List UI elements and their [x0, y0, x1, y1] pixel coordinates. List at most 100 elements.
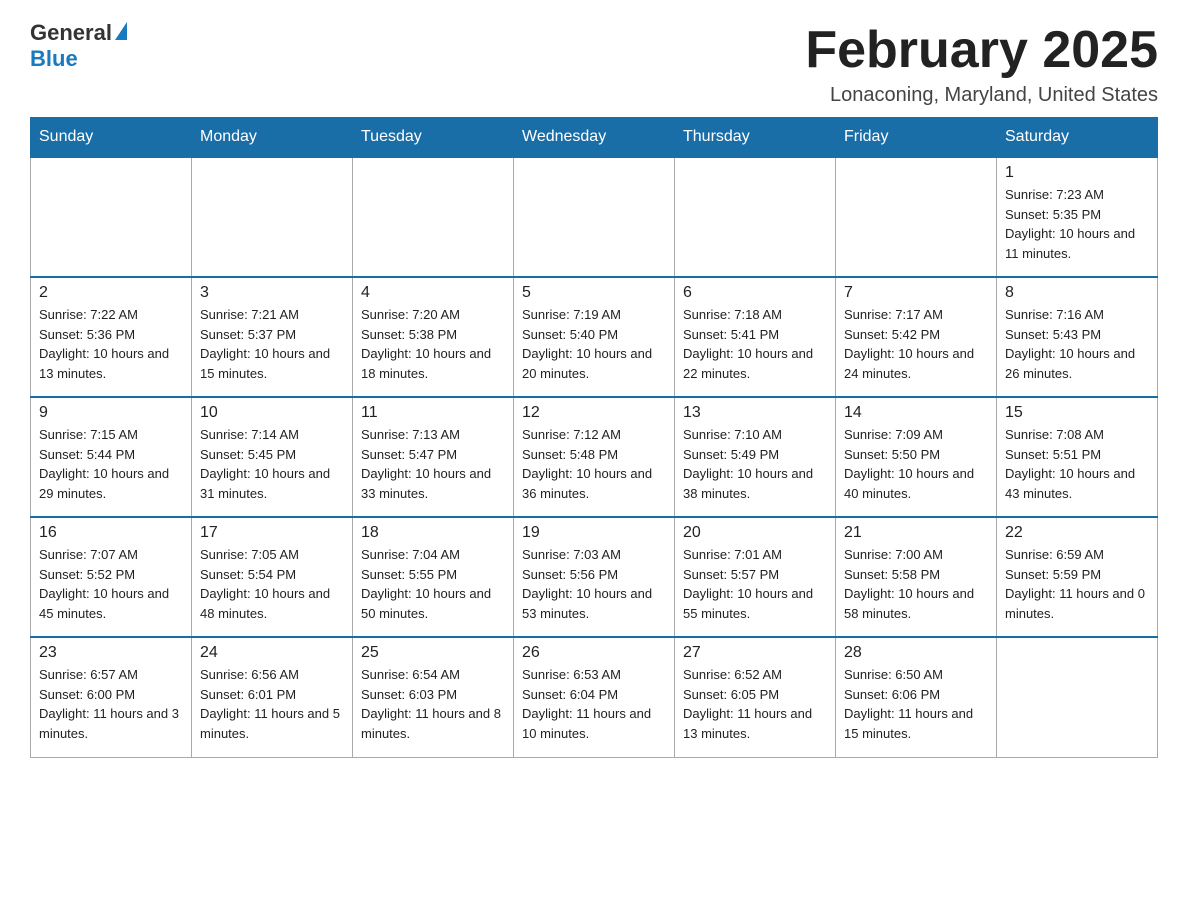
calendar-cell: 1 Sunrise: 7:23 AMSunset: 5:35 PMDaylight…: [997, 157, 1158, 277]
day-number: 19: [522, 524, 666, 542]
calendar-cell: [836, 157, 997, 277]
calendar-cell: 21Sunrise: 7:00 AMSunset: 5:58 PMDayligh…: [836, 517, 997, 637]
calendar-cell: 7 Sunrise: 7:17 AMSunset: 5:42 PMDaylight…: [836, 277, 997, 397]
day-number: 26: [522, 644, 666, 662]
calendar-cell: 2 Sunrise: 7:22 AMSunset: 5:36 PMDaylight…: [31, 277, 192, 397]
calendar-week-row-2: 2 Sunrise: 7:22 AMSunset: 5:36 PMDaylight…: [31, 277, 1158, 397]
calendar-cell: 26 Sunrise: 6:53 AMSunset: 6:04 PMDayligh…: [514, 637, 675, 757]
day-info: Sunrise: 6:57 AMSunset: 6:00 PMDaylight:…: [39, 665, 183, 743]
day-info: Sunrise: 6:52 AMSunset: 6:05 PMDaylight:…: [683, 665, 827, 743]
day-number: 5: [522, 284, 666, 302]
calendar-cell: [514, 157, 675, 277]
calendar-header-sunday: Sunday: [31, 118, 192, 158]
day-info: Sunrise: 7:18 AMSunset: 5:41 PMDaylight:…: [683, 305, 827, 383]
day-info: Sunrise: 7:23 AMSunset: 5:35 PMDaylight:…: [1005, 185, 1149, 263]
day-number: 28: [844, 644, 988, 662]
day-number: 7: [844, 284, 988, 302]
day-number: 14: [844, 404, 988, 422]
calendar-cell: 8 Sunrise: 7:16 AMSunset: 5:43 PMDaylight…: [997, 277, 1158, 397]
day-number: 1: [1005, 164, 1149, 182]
day-info: Sunrise: 7:04 AMSunset: 5:55 PMDaylight:…: [361, 545, 505, 623]
page-title: February 2025: [805, 20, 1158, 80]
calendar-cell: 27 Sunrise: 6:52 AMSunset: 6:05 PMDayligh…: [675, 637, 836, 757]
day-info: Sunrise: 7:05 AMSunset: 5:54 PMDaylight:…: [200, 545, 344, 623]
day-number: 15: [1005, 404, 1149, 422]
day-number: 25: [361, 644, 505, 662]
day-info: Sunrise: 7:22 AMSunset: 5:36 PMDaylight:…: [39, 305, 183, 383]
calendar-cell: 18 Sunrise: 7:04 AMSunset: 5:55 PMDayligh…: [353, 517, 514, 637]
day-number: 24: [200, 644, 344, 662]
calendar-cell: 5 Sunrise: 7:19 AMSunset: 5:40 PMDaylight…: [514, 277, 675, 397]
day-number: 20: [683, 524, 827, 542]
day-info: Sunrise: 7:20 AMSunset: 5:38 PMDaylight:…: [361, 305, 505, 383]
day-number: 10: [200, 404, 344, 422]
day-info: Sunrise: 6:53 AMSunset: 6:04 PMDaylight:…: [522, 665, 666, 743]
day-number: 2: [39, 284, 183, 302]
calendar-week-row-1: 1 Sunrise: 7:23 AMSunset: 5:35 PMDaylight…: [31, 157, 1158, 277]
title-section: February 2025 Lonaconing, Maryland, Unit…: [805, 20, 1158, 107]
calendar-header-tuesday: Tuesday: [353, 118, 514, 158]
day-info: Sunrise: 7:03 AMSunset: 5:56 PMDaylight:…: [522, 545, 666, 623]
day-info: Sunrise: 7:19 AMSunset: 5:40 PMDaylight:…: [522, 305, 666, 383]
day-number: 3: [200, 284, 344, 302]
calendar-header-monday: Monday: [192, 118, 353, 158]
day-number: 16: [39, 524, 183, 542]
day-info: Sunrise: 7:15 AMSunset: 5:44 PMDaylight:…: [39, 425, 183, 503]
calendar-cell: 15Sunrise: 7:08 AMSunset: 5:51 PMDayligh…: [997, 397, 1158, 517]
calendar-cell: [675, 157, 836, 277]
calendar-cell: 13 Sunrise: 7:10 AMSunset: 5:49 PMDayligh…: [675, 397, 836, 517]
calendar-cell: 16 Sunrise: 7:07 AMSunset: 5:52 PMDayligh…: [31, 517, 192, 637]
day-number: 21: [844, 524, 988, 542]
calendar-cell: [192, 157, 353, 277]
logo-blue-text: Blue: [30, 46, 78, 72]
calendar-cell: [353, 157, 514, 277]
day-info: Sunrise: 6:59 AMSunset: 5:59 PMDaylight:…: [1005, 545, 1149, 623]
day-info: Sunrise: 7:12 AMSunset: 5:48 PMDaylight:…: [522, 425, 666, 503]
calendar-cell: 11 Sunrise: 7:13 AMSunset: 5:47 PMDayligh…: [353, 397, 514, 517]
calendar-cell: 17Sunrise: 7:05 AMSunset: 5:54 PMDayligh…: [192, 517, 353, 637]
day-info: Sunrise: 7:01 AMSunset: 5:57 PMDaylight:…: [683, 545, 827, 623]
calendar-header-wednesday: Wednesday: [514, 118, 675, 158]
day-info: Sunrise: 6:56 AMSunset: 6:01 PMDaylight:…: [200, 665, 344, 743]
day-info: Sunrise: 7:07 AMSunset: 5:52 PMDaylight:…: [39, 545, 183, 623]
calendar-table: SundayMondayTuesdayWednesdayThursdayFrid…: [30, 117, 1158, 758]
calendar-cell: 9 Sunrise: 7:15 AMSunset: 5:44 PMDaylight…: [31, 397, 192, 517]
logo: General Blue: [30, 20, 127, 72]
calendar-cell: 3 Sunrise: 7:21 AMSunset: 5:37 PMDaylight…: [192, 277, 353, 397]
calendar-week-row-4: 16 Sunrise: 7:07 AMSunset: 5:52 PMDayligh…: [31, 517, 1158, 637]
day-number: 11: [361, 404, 505, 422]
calendar-header-friday: Friday: [836, 118, 997, 158]
calendar-week-row-3: 9 Sunrise: 7:15 AMSunset: 5:44 PMDaylight…: [31, 397, 1158, 517]
day-info: Sunrise: 6:50 AMSunset: 6:06 PMDaylight:…: [844, 665, 988, 743]
calendar-cell: 6 Sunrise: 7:18 AMSunset: 5:41 PMDaylight…: [675, 277, 836, 397]
day-info: Sunrise: 6:54 AMSunset: 6:03 PMDaylight:…: [361, 665, 505, 743]
calendar-cell: [997, 637, 1158, 757]
calendar-cell: 25 Sunrise: 6:54 AMSunset: 6:03 PMDayligh…: [353, 637, 514, 757]
calendar-header-row: SundayMondayTuesdayWednesdayThursdayFrid…: [31, 118, 1158, 158]
calendar-cell: 19 Sunrise: 7:03 AMSunset: 5:56 PMDayligh…: [514, 517, 675, 637]
day-info: Sunrise: 7:13 AMSunset: 5:47 PMDaylight:…: [361, 425, 505, 503]
day-number: 8: [1005, 284, 1149, 302]
calendar-cell: 23 Sunrise: 6:57 AMSunset: 6:00 PMDayligh…: [31, 637, 192, 757]
page-subtitle: Lonaconing, Maryland, United States: [805, 84, 1158, 107]
day-number: 18: [361, 524, 505, 542]
day-number: 6: [683, 284, 827, 302]
day-number: 23: [39, 644, 183, 662]
calendar-cell: [31, 157, 192, 277]
calendar-cell: 12 Sunrise: 7:12 AMSunset: 5:48 PMDayligh…: [514, 397, 675, 517]
day-number: 12: [522, 404, 666, 422]
day-number: 9: [39, 404, 183, 422]
day-info: Sunrise: 7:16 AMSunset: 5:43 PMDaylight:…: [1005, 305, 1149, 383]
day-info: Sunrise: 7:21 AMSunset: 5:37 PMDaylight:…: [200, 305, 344, 383]
day-info: Sunrise: 7:10 AMSunset: 5:49 PMDaylight:…: [683, 425, 827, 503]
day-number: 4: [361, 284, 505, 302]
calendar-cell: 28 Sunrise: 6:50 AMSunset: 6:06 PMDayligh…: [836, 637, 997, 757]
day-info: Sunrise: 7:17 AMSunset: 5:42 PMDaylight:…: [844, 305, 988, 383]
calendar-cell: 10Sunrise: 7:14 AMSunset: 5:45 PMDayligh…: [192, 397, 353, 517]
day-number: 13: [683, 404, 827, 422]
day-number: 27: [683, 644, 827, 662]
day-number: 22: [1005, 524, 1149, 542]
calendar-cell: 22 Sunrise: 6:59 AMSunset: 5:59 PMDayligh…: [997, 517, 1158, 637]
day-info: Sunrise: 7:09 AMSunset: 5:50 PMDaylight:…: [844, 425, 988, 503]
calendar-cell: 20 Sunrise: 7:01 AMSunset: 5:57 PMDayligh…: [675, 517, 836, 637]
